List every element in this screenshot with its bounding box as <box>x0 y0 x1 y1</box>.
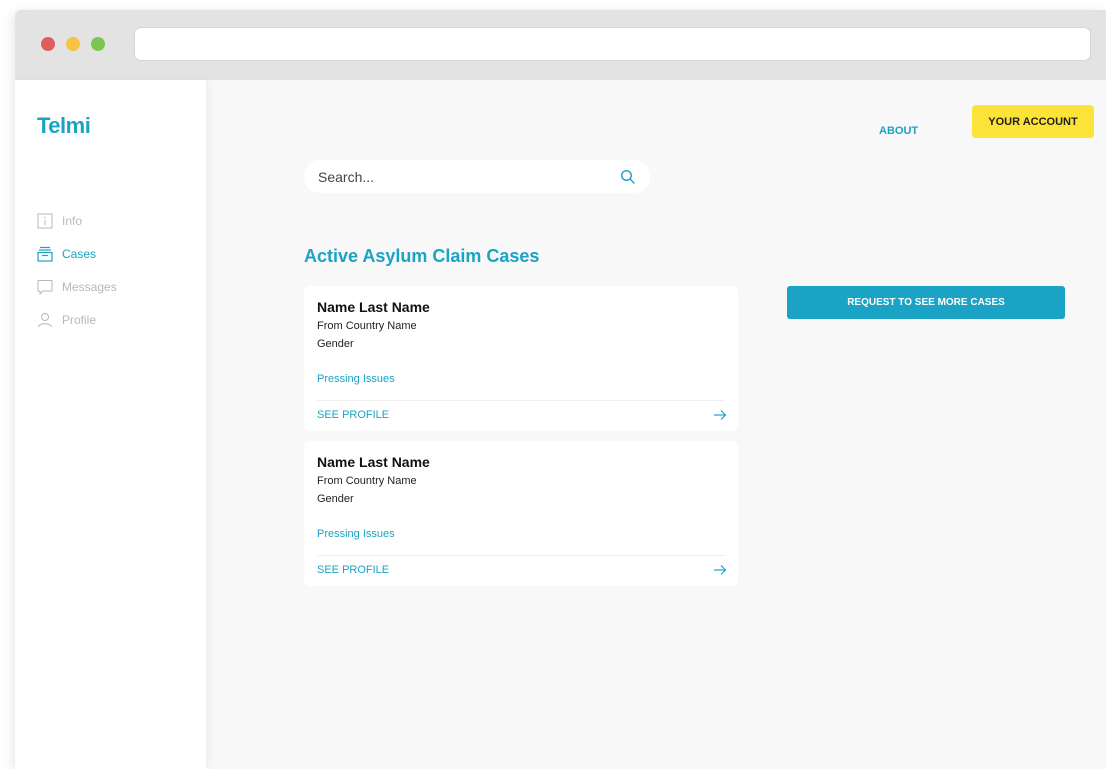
case-name: Name Last Name <box>317 454 430 470</box>
page-title: Active Asylum Claim Cases <box>304 246 540 266</box>
user-icon <box>38 312 52 327</box>
main-content: ABOUT YOUR ACCOUNT Active Asylum Claim C… <box>206 80 1106 769</box>
sidebar-item-profile[interactable]: Profile <box>37 303 117 336</box>
close-window-dot[interactable] <box>41 37 55 51</box>
search-bar <box>304 160 650 193</box>
browser-window: Telmi Info Cases Messages Profile ABOUT … <box>15 10 1106 769</box>
case-name: Name Last Name <box>317 299 430 315</box>
browser-titlebar <box>15 10 1106 80</box>
maximize-window-dot[interactable] <box>91 37 105 51</box>
case-country: From Country Name <box>317 320 417 332</box>
sidebar-item-cases[interactable]: Cases <box>37 237 117 270</box>
search-input[interactable] <box>318 168 620 185</box>
sidebar-item-label: Messages <box>62 279 117 294</box>
minimize-window-dot[interactable] <box>66 37 80 51</box>
arrow-right-icon[interactable] <box>713 408 727 422</box>
about-link[interactable]: ABOUT <box>879 125 918 137</box>
case-gender: Gender <box>317 338 354 350</box>
sidebar-item-label: Cases <box>62 246 97 261</box>
your-account-button[interactable]: YOUR ACCOUNT <box>972 105 1094 138</box>
see-profile-link[interactable]: SEE PROFILE <box>317 564 389 576</box>
case-pressing-issues[interactable]: Pressing Issues <box>317 528 395 540</box>
arrow-right-icon[interactable] <box>713 563 727 577</box>
app-logo[interactable]: Telmi <box>37 113 91 139</box>
case-card: Name Last Name From Country Name Gender … <box>304 286 738 431</box>
card-divider <box>317 555 725 556</box>
sidebar-nav: Info Cases Messages Profile <box>37 204 117 336</box>
see-profile-link[interactable]: SEE PROFILE <box>317 409 389 421</box>
sidebar: Telmi Info Cases Messages Profile <box>15 80 206 769</box>
case-card: Name Last Name From Country Name Gender … <box>304 441 738 586</box>
case-gender: Gender <box>317 493 354 505</box>
cases-icon <box>37 246 53 262</box>
card-divider <box>317 400 725 401</box>
case-country: From Country Name <box>317 475 417 487</box>
request-more-cases-button[interactable]: REQUEST TO SEE MORE CASES <box>787 286 1065 319</box>
case-pressing-issues[interactable]: Pressing Issues <box>317 373 395 385</box>
sidebar-item-label: Profile <box>62 312 97 327</box>
info-icon <box>37 213 53 228</box>
address-bar[interactable] <box>134 27 1091 61</box>
message-icon <box>37 279 53 295</box>
sidebar-item-label: Info <box>62 213 83 228</box>
search-icon[interactable] <box>620 169 636 185</box>
sidebar-item-messages[interactable]: Messages <box>37 270 117 303</box>
sidebar-item-info[interactable]: Info <box>37 204 117 237</box>
